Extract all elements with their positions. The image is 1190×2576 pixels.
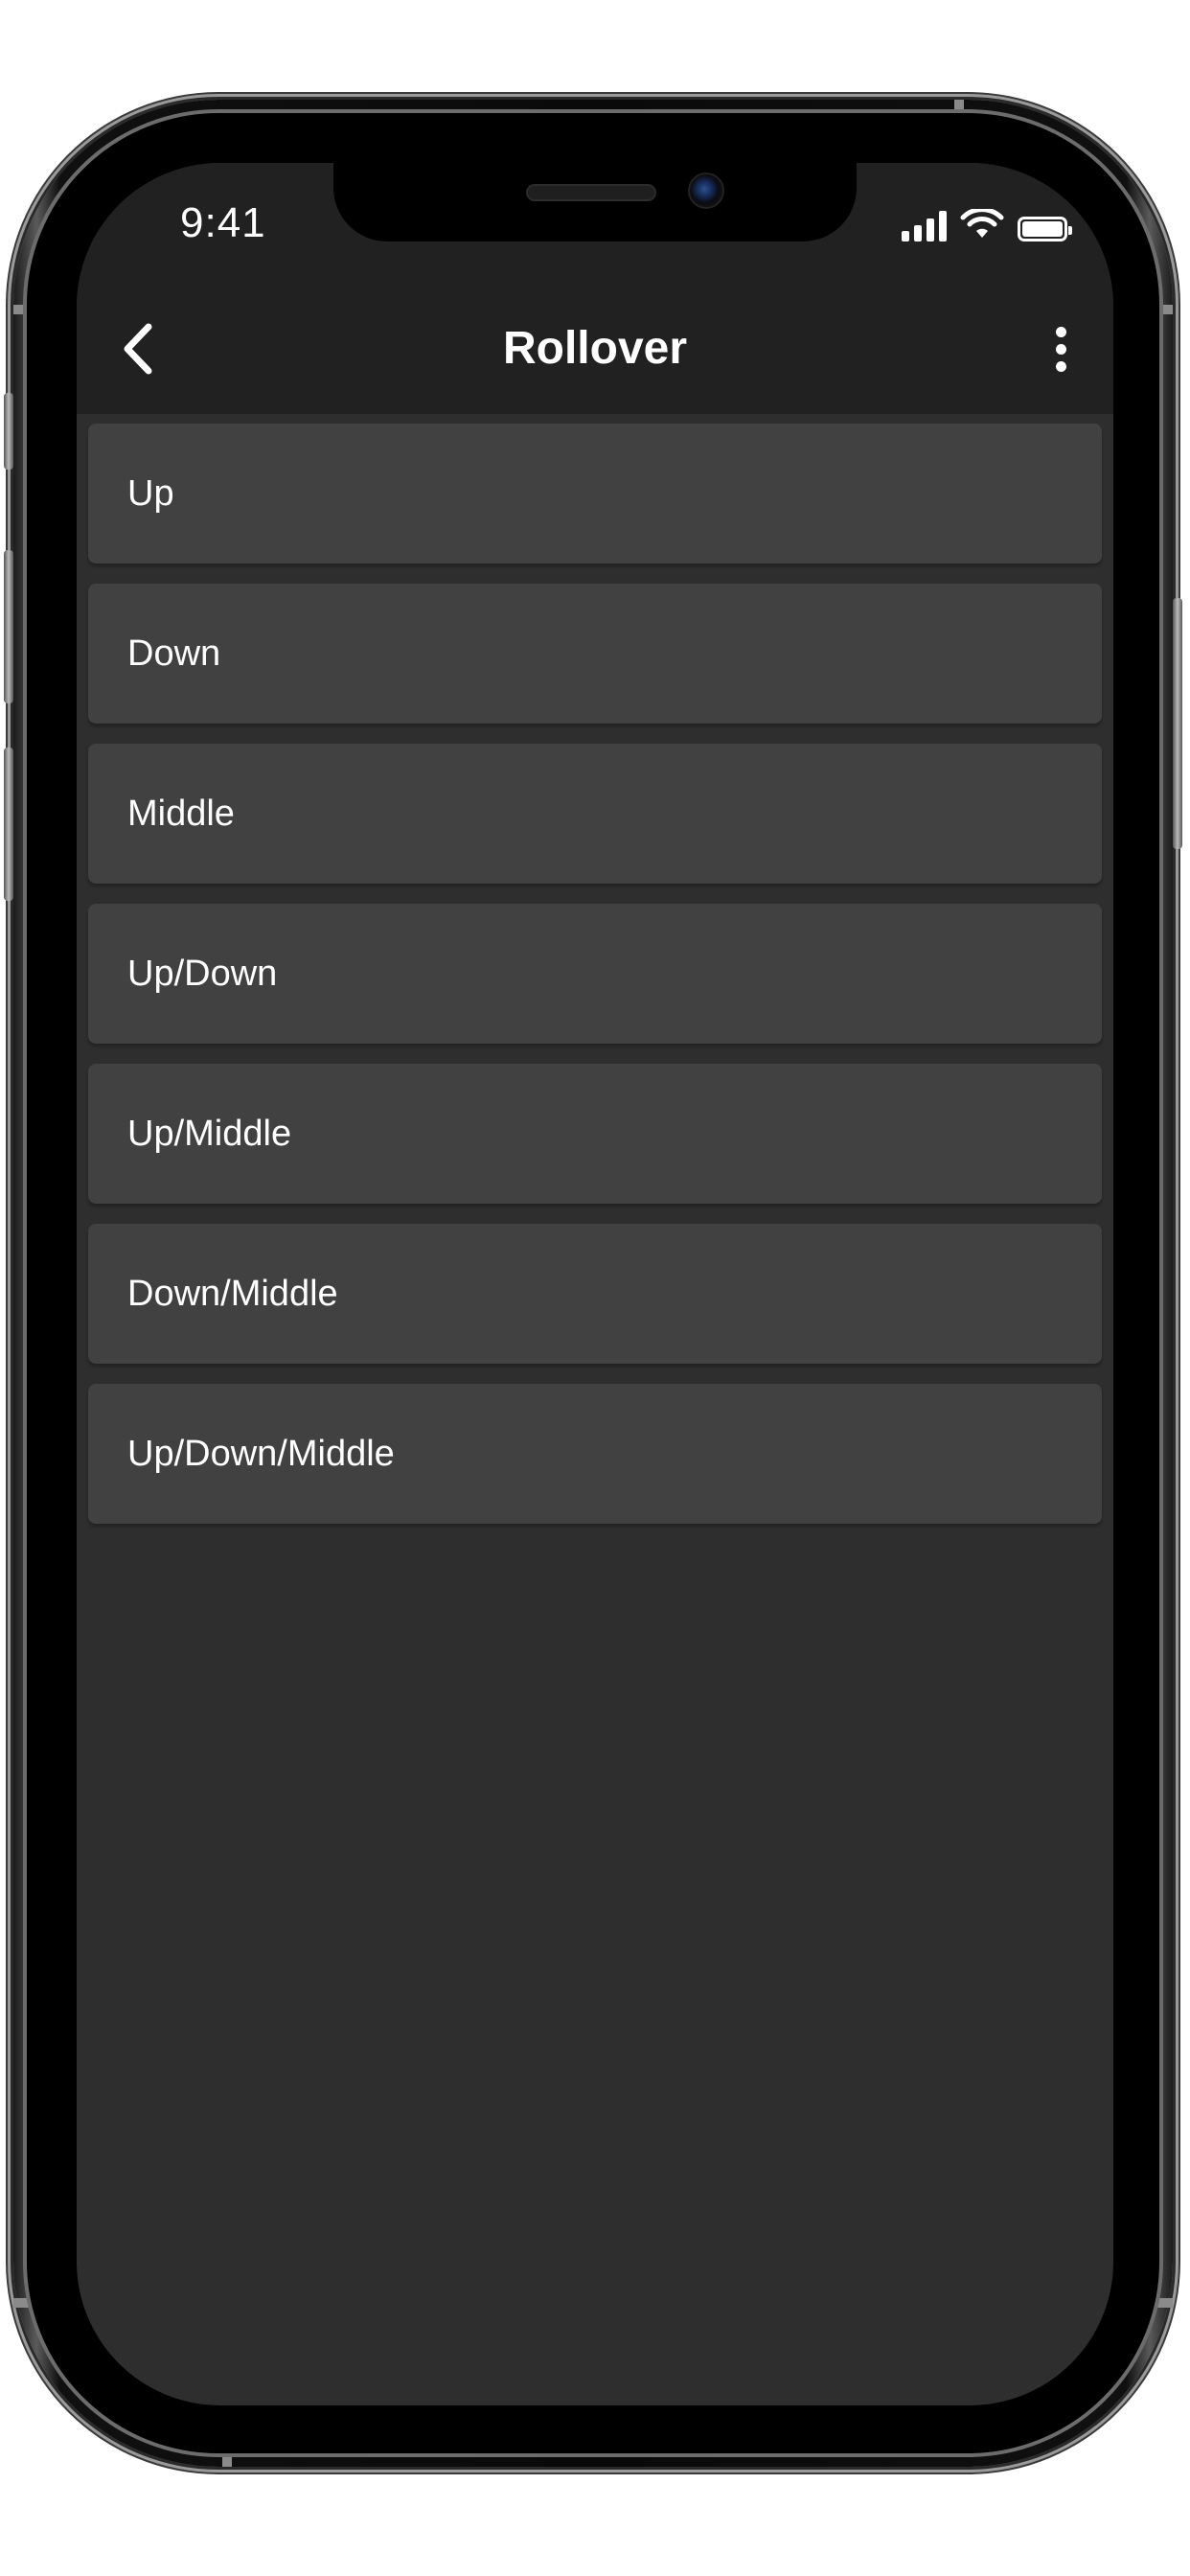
option-up-middle[interactable]: Up/Middle xyxy=(88,1064,1102,1204)
option-up-down-middle[interactable]: Up/Down/Middle xyxy=(88,1384,1102,1524)
option-label: Down/Middle xyxy=(127,1273,338,1314)
option-down-middle[interactable]: Down/Middle xyxy=(88,1224,1102,1364)
option-label: Middle xyxy=(127,793,235,834)
power-button xyxy=(1173,598,1182,849)
more-options-button[interactable] xyxy=(1037,320,1085,378)
front-camera xyxy=(688,172,724,209)
battery-icon xyxy=(1018,217,1072,242)
phone-screen: 9:41 Rollover Up Down Middle Up/Down Up/… xyxy=(77,163,1113,2405)
option-middle[interactable]: Middle xyxy=(88,744,1102,884)
option-down[interactable]: Down xyxy=(88,584,1102,724)
chevron-left-icon xyxy=(124,323,152,375)
app-bar: Rollover xyxy=(77,289,1113,414)
back-button[interactable] xyxy=(109,320,167,378)
option-label: Down xyxy=(127,632,221,674)
option-label: Up xyxy=(127,472,174,514)
wifi-icon xyxy=(960,209,1004,238)
option-label: Up/Middle xyxy=(127,1113,292,1154)
speaker-grille xyxy=(526,184,656,201)
more-vertical-icon xyxy=(1055,326,1066,337)
cellular-signal-icon xyxy=(902,211,947,242)
status-icons xyxy=(902,209,1072,242)
option-up[interactable]: Up xyxy=(88,424,1102,564)
silent-switch xyxy=(4,393,13,470)
page-title: Rollover xyxy=(502,323,688,374)
rollover-option-list: Up Down Middle Up/Down Up/Middle Down/Mi… xyxy=(88,424,1102,1524)
option-label: Up/Down xyxy=(127,953,278,994)
option-label: Up/Down/Middle xyxy=(127,1433,395,1474)
option-up-down[interactable]: Up/Down xyxy=(88,904,1102,1044)
volume-up-button xyxy=(4,550,13,703)
volume-down-button xyxy=(4,748,13,901)
notch xyxy=(333,163,857,242)
status-time: 9:41 xyxy=(180,199,266,246)
